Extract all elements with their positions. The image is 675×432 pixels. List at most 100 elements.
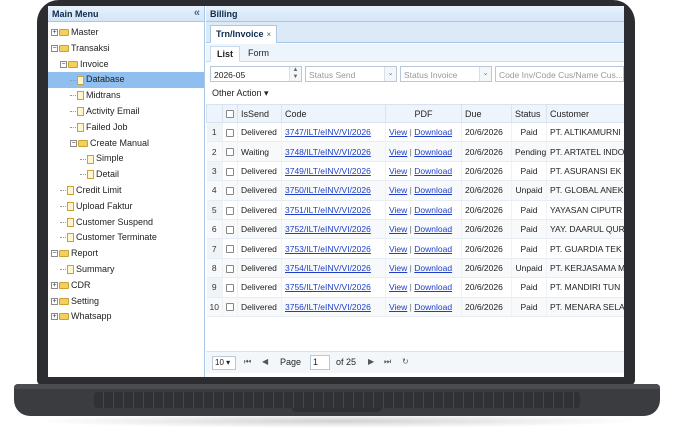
row-checkbox[interactable] bbox=[226, 284, 234, 293]
view-pdf-link[interactable]: View bbox=[389, 147, 407, 157]
tree-node-create-manual[interactable]: − Create Manual bbox=[48, 136, 204, 152]
view-pdf-link[interactable]: View bbox=[389, 224, 407, 234]
invoice-code-link[interactable]: 3749/ILT/eINV/VI/2026 bbox=[285, 166, 371, 176]
column-header-due[interactable]: Due bbox=[461, 104, 512, 123]
tree-node-simple[interactable]: Simple bbox=[48, 151, 204, 167]
table-row[interactable]: 10 Delivered 3756/ILT/eINV/VI/2026 View | D… bbox=[206, 297, 624, 317]
chevron-down-icon[interactable]: ⌄ bbox=[384, 67, 396, 81]
spinner-icon[interactable]: ▲ ▼ bbox=[289, 67, 301, 81]
table-row[interactable]: 2 Waiting 3748/ILT/eINV/VI/2026 View | Down… bbox=[206, 141, 624, 162]
row-select-cell[interactable] bbox=[222, 122, 238, 143]
invoice-code-link[interactable]: 3756/ILT/eINV/VI/2026 bbox=[285, 302, 371, 312]
row-checkbox[interactable] bbox=[226, 264, 234, 273]
table-row[interactable]: 6 Delivered 3752/ILT/eINV/VI/2026 View | Do… bbox=[206, 219, 624, 240]
expand-icon[interactable]: + bbox=[51, 281, 58, 289]
tree-node-transaksi[interactable]: − Transaksi bbox=[48, 41, 204, 57]
invoice-code-link[interactable]: 3755/ILT/eINV/VI/2026 bbox=[285, 282, 371, 292]
collapse-icon[interactable]: − bbox=[70, 139, 77, 147]
collapse-sidebar-icon[interactable]: « bbox=[194, 7, 200, 19]
tree-node-database[interactable]: Database bbox=[48, 72, 204, 89]
tree-node-upload-faktur[interactable]: Upload Faktur bbox=[48, 199, 204, 215]
tree-node-report[interactable]: − Report bbox=[48, 246, 204, 262]
invoice-code-link[interactable]: 3747/ILT/eINV/VI/2026 bbox=[285, 127, 371, 137]
tree-node-midtrans[interactable]: Midtrans bbox=[48, 88, 204, 104]
view-pdf-link[interactable]: View bbox=[389, 185, 407, 195]
row-checkbox[interactable] bbox=[226, 167, 234, 176]
table-row[interactable]: 3 Delivered 3749/ILT/eINV/VI/2026 View | Do… bbox=[206, 161, 624, 182]
row-select-cell[interactable] bbox=[222, 161, 238, 182]
period-field[interactable]: 2026-05 ▲ ▼ bbox=[210, 66, 302, 82]
view-pdf-link[interactable]: View bbox=[389, 282, 407, 292]
tree-node-failed-job[interactable]: Failed Job bbox=[48, 120, 204, 136]
column-header-customer[interactable]: Customer bbox=[546, 104, 624, 123]
collapse-icon[interactable]: − bbox=[60, 60, 67, 68]
tree-node-whatsapp[interactable]: + Whatsapp bbox=[48, 309, 204, 325]
invoice-code-link[interactable]: 3750/ILT/eINV/VI/2026 bbox=[285, 185, 371, 195]
tree-node-master[interactable]: + Master bbox=[48, 25, 204, 41]
table-row[interactable]: 9 Delivered 3755/ILT/eINV/VI/2026 View | Do… bbox=[206, 277, 624, 298]
view-pdf-link[interactable]: View bbox=[389, 127, 407, 137]
row-checkbox[interactable] bbox=[226, 225, 234, 234]
collapse-icon[interactable]: − bbox=[51, 44, 58, 52]
download-pdf-link[interactable]: Download bbox=[414, 224, 452, 234]
table-row[interactable]: 1 Delivered 3747/ILT/eINV/VI/2026 View | Do… bbox=[206, 122, 624, 143]
invoice-code-link[interactable]: 3748/ILT/eINV/VI/2026 bbox=[285, 147, 371, 157]
prev-page-icon[interactable]: ◀ bbox=[262, 357, 268, 366]
row-checkbox[interactable] bbox=[226, 148, 234, 157]
tab-trn-invoice[interactable]: Trn/Invoice × bbox=[210, 25, 278, 43]
status-send-select[interactable]: Status Send ⌄ bbox=[305, 66, 397, 82]
download-pdf-link[interactable]: Download bbox=[414, 244, 452, 254]
first-page-icon[interactable]: ⏮ bbox=[244, 357, 251, 367]
row-select-cell[interactable] bbox=[222, 277, 238, 298]
download-pdf-link[interactable]: Download bbox=[414, 185, 452, 195]
tree-node-customer-suspend[interactable]: Customer Suspend bbox=[48, 215, 204, 231]
tree-node-summary[interactable]: Summary bbox=[48, 262, 204, 278]
view-pdf-link[interactable]: View bbox=[389, 302, 407, 312]
page-number-input[interactable]: 1 bbox=[310, 355, 330, 370]
invoice-code-link[interactable]: 3753/ILT/eINV/VI/2026 bbox=[285, 244, 371, 254]
table-row[interactable]: 8 Delivered 3754/ILT/eINV/VI/2026 View | Do… bbox=[206, 258, 624, 279]
last-page-icon[interactable]: ⏭ bbox=[384, 357, 391, 367]
subtab-list[interactable]: List bbox=[210, 46, 241, 62]
next-page-icon[interactable]: ▶ bbox=[368, 357, 374, 366]
collapse-icon[interactable]: − bbox=[51, 250, 58, 258]
download-pdf-link[interactable]: Download bbox=[414, 127, 452, 137]
row-checkbox[interactable] bbox=[226, 206, 234, 215]
view-pdf-link[interactable]: View bbox=[389, 263, 407, 273]
table-row[interactable]: 7 Delivered 3753/ILT/eINV/VI/2026 View | Do… bbox=[206, 238, 624, 259]
expand-icon[interactable]: + bbox=[51, 29, 58, 37]
tree-node-customer-terminate[interactable]: Customer Terminate bbox=[48, 230, 204, 246]
status-invoice-select[interactable]: Status Invoice ⌄ bbox=[400, 66, 492, 82]
row-checkbox[interactable] bbox=[226, 245, 234, 254]
refresh-icon[interactable]: ↻ bbox=[402, 357, 409, 366]
download-pdf-link[interactable]: Download bbox=[414, 263, 452, 273]
row-select-cell[interactable] bbox=[222, 141, 238, 162]
view-pdf-link[interactable]: View bbox=[389, 166, 407, 176]
column-header-issend[interactable]: IsSend bbox=[237, 104, 282, 123]
row-checkbox[interactable] bbox=[226, 303, 234, 312]
column-header-pdf[interactable]: PDF bbox=[385, 104, 462, 123]
download-pdf-link[interactable]: Download bbox=[414, 166, 452, 176]
select-all-checkbox[interactable] bbox=[226, 110, 234, 119]
subtab-form[interactable]: Form bbox=[242, 46, 275, 62]
tree-node-credit-limit[interactable]: Credit Limit bbox=[48, 183, 204, 199]
tree-node-setting[interactable]: + Setting bbox=[48, 294, 204, 310]
row-select-cell[interactable] bbox=[222, 200, 238, 220]
tree-node-invoice[interactable]: − Invoice bbox=[48, 57, 204, 73]
invoice-code-link[interactable]: 3754/ILT/eINV/VI/2026 bbox=[285, 263, 371, 273]
other-action-button[interactable]: Other Action ▾ bbox=[212, 88, 269, 99]
page-size-select[interactable]: 10 ▾ bbox=[212, 356, 236, 370]
row-select-cell[interactable] bbox=[222, 238, 238, 259]
row-select-cell[interactable] bbox=[222, 258, 238, 279]
view-pdf-link[interactable]: View bbox=[389, 244, 407, 254]
column-header-status[interactable]: Status bbox=[511, 104, 547, 123]
row-checkbox[interactable] bbox=[226, 128, 234, 137]
download-pdf-link[interactable]: Download bbox=[414, 302, 452, 312]
tree-node-cdr[interactable]: + CDR bbox=[48, 278, 204, 294]
search-input[interactable]: Code Inv/Code Cus/Name Cus... bbox=[495, 66, 624, 82]
download-pdf-link[interactable]: Download bbox=[414, 205, 452, 215]
invoice-code-link[interactable]: 3752/ILT/eINV/VI/2026 bbox=[285, 224, 371, 234]
download-pdf-link[interactable]: Download bbox=[414, 282, 452, 292]
view-pdf-link[interactable]: View bbox=[389, 205, 407, 215]
row-select-cell[interactable] bbox=[222, 297, 238, 317]
